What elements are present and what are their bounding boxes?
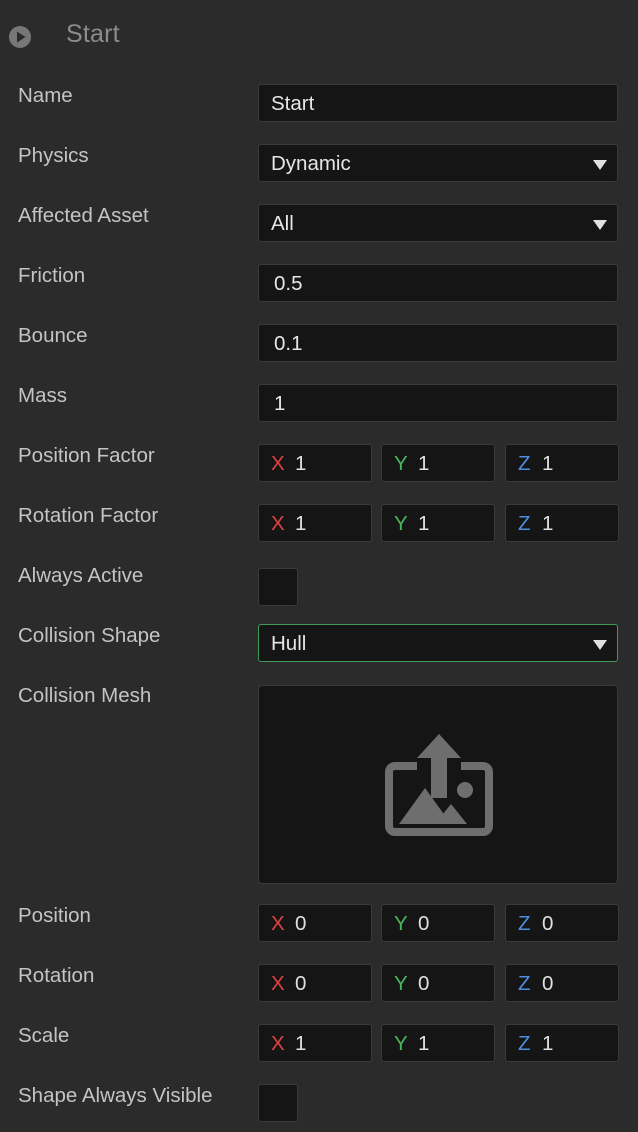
rotation-y-value: 0: [418, 972, 430, 995]
bounce-label: Bounce: [18, 324, 88, 347]
rotation-factor-x-value: 1: [295, 512, 307, 535]
chevron-down-icon: [593, 640, 607, 650]
collision-mesh-dropzone[interactable]: [258, 685, 618, 884]
rotation-factor-y-input[interactable]: Y 1: [381, 504, 495, 542]
scale-z-value: 1: [542, 1032, 554, 1055]
position-row: Position X 0 Y 0 Z 0: [0, 894, 638, 954]
scale-y-input[interactable]: Y 1: [381, 1024, 495, 1062]
rotation-y-input[interactable]: Y 0: [381, 964, 495, 1002]
scale-row: Scale X 1 Y 1 Z 1: [0, 1014, 638, 1074]
y-axis-label: Y: [394, 972, 408, 995]
affected-asset-label: Affected Asset: [18, 204, 149, 227]
y-axis-label: Y: [394, 512, 408, 535]
z-axis-label: Z: [518, 452, 531, 475]
rotation-factor-x-input[interactable]: X 1: [258, 504, 372, 542]
collision-shape-select[interactable]: Hull: [258, 624, 618, 662]
always-active-label: Always Active: [18, 564, 144, 587]
mass-row: Mass 1: [0, 374, 638, 434]
position-factor-x-input[interactable]: X 1: [258, 444, 372, 482]
z-axis-label: Z: [518, 972, 531, 995]
position-x-input[interactable]: X 0: [258, 904, 372, 942]
position-factor-y-value: 1: [418, 452, 430, 475]
rotation-row: Rotation X 0 Y 0 Z 0: [0, 954, 638, 1014]
panel-header: Start: [0, 0, 638, 74]
collision-shape-label: Collision Shape: [18, 624, 161, 647]
bounce-value: 0.1: [274, 332, 303, 355]
position-y-input[interactable]: Y 0: [381, 904, 495, 942]
shape-always-visible-row: Shape Always Visible: [0, 1074, 638, 1132]
name-label: Name: [18, 84, 73, 107]
rotation-factor-y-value: 1: [418, 512, 430, 535]
rotation-factor-row: Rotation Factor X 1 Y 1 Z 1: [0, 494, 638, 554]
position-z-input[interactable]: Z 0: [505, 904, 619, 942]
rotation-x-value: 0: [295, 972, 307, 995]
panel-title: Start: [66, 20, 120, 48]
scale-z-input[interactable]: Z 1: [505, 1024, 619, 1062]
x-axis-label: X: [271, 912, 285, 935]
collision-shape-value: Hull: [271, 632, 307, 655]
scale-label: Scale: [18, 1024, 70, 1047]
rotation-factor-label: Rotation Factor: [18, 504, 159, 527]
x-axis-label: X: [271, 972, 285, 995]
mass-value: 1: [274, 392, 286, 415]
x-axis-label: X: [271, 512, 285, 535]
friction-row: Friction 0.5: [0, 254, 638, 314]
rotation-factor-z-value: 1: [542, 512, 554, 535]
mass-label: Mass: [18, 384, 67, 407]
friction-input[interactable]: 0.5: [258, 264, 618, 302]
affected-asset-value: All: [271, 212, 294, 235]
z-axis-label: Z: [518, 912, 531, 935]
friction-label: Friction: [18, 264, 86, 287]
y-axis-label: Y: [394, 1032, 408, 1055]
name-input[interactable]: Start: [258, 84, 618, 122]
always-active-row: Always Active: [0, 554, 638, 614]
rotation-label: Rotation: [18, 964, 95, 987]
affected-asset-select[interactable]: All: [258, 204, 618, 242]
scale-y-value: 1: [418, 1032, 430, 1055]
affected-asset-row: Affected Asset All: [0, 194, 638, 254]
chevron-down-icon: [593, 220, 607, 230]
position-x-value: 0: [295, 912, 307, 935]
position-y-value: 0: [418, 912, 430, 935]
name-row: Name Start: [0, 74, 638, 134]
collision-mesh-label: Collision Mesh: [18, 684, 152, 707]
bounce-input[interactable]: 0.1: [258, 324, 618, 362]
physics-select[interactable]: Dynamic: [258, 144, 618, 182]
scale-x-value: 1: [295, 1032, 307, 1055]
z-axis-label: Z: [518, 1032, 531, 1055]
x-axis-label: X: [271, 1032, 285, 1055]
bounce-row: Bounce 0.1: [0, 314, 638, 374]
position-z-value: 0: [542, 912, 554, 935]
rotation-z-value: 0: [542, 972, 554, 995]
position-factor-z-value: 1: [542, 452, 554, 475]
position-factor-z-input[interactable]: Z 1: [505, 444, 619, 482]
rotation-x-input[interactable]: X 0: [258, 964, 372, 1002]
position-factor-row: Position Factor X 1 Y 1 Z 1: [0, 434, 638, 494]
collision-shape-row: Collision Shape Hull: [0, 614, 638, 674]
friction-value: 0.5: [274, 272, 303, 295]
position-factor-y-input[interactable]: Y 1: [381, 444, 495, 482]
position-factor-x-value: 1: [295, 452, 307, 475]
y-axis-label: Y: [394, 912, 408, 935]
play-icon[interactable]: [8, 25, 32, 49]
always-active-checkbox[interactable]: [258, 568, 298, 606]
rotation-factor-z-input[interactable]: Z 1: [505, 504, 619, 542]
rotation-z-input[interactable]: Z 0: [505, 964, 619, 1002]
physics-row: Physics Dynamic: [0, 134, 638, 194]
image-upload-icon: [385, 732, 493, 838]
physics-value: Dynamic: [271, 152, 351, 175]
shape-always-visible-checkbox[interactable]: [258, 1084, 298, 1122]
position-factor-label: Position Factor: [18, 444, 155, 467]
z-axis-label: Z: [518, 512, 531, 535]
physics-label: Physics: [18, 144, 89, 167]
shape-always-visible-label: Shape Always Visible: [18, 1084, 213, 1107]
position-label: Position: [18, 904, 91, 927]
y-axis-label: Y: [394, 452, 408, 475]
mass-input[interactable]: 1: [258, 384, 618, 422]
chevron-down-icon: [593, 160, 607, 170]
x-axis-label: X: [271, 452, 285, 475]
scale-x-input[interactable]: X 1: [258, 1024, 372, 1062]
name-value: Start: [271, 92, 315, 115]
